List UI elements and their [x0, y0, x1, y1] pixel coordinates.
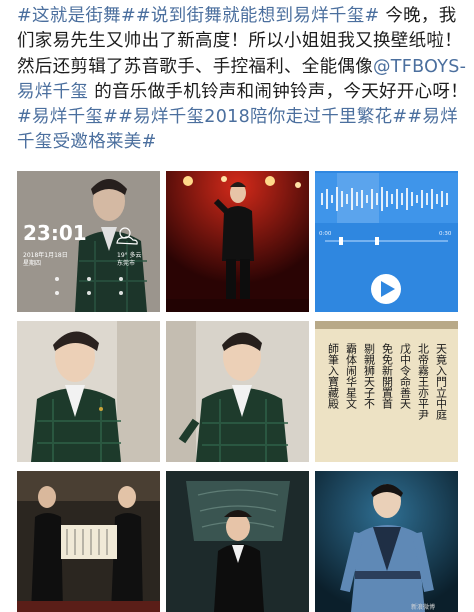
calligraphy-col-7: 師筆入寶藏殿 — [327, 343, 340, 410]
hashtag-link-street-dance[interactable]: #这就是街舞##说到街舞就能想到易烊千玺# — [17, 6, 379, 26]
calligraphy-col-3: 戊中令命善天 — [399, 343, 412, 410]
post-middle-text: 的音乐做手机铃声和闹钟铃声，今天好开心呀！ — [94, 81, 469, 102]
photo-award-ceremony[interactable] — [17, 471, 160, 612]
trim-end-handle[interactable] — [375, 237, 379, 245]
hashtag-links-trailing[interactable]: #易烊千玺##易烊千玺2018陪你走过千里繁花##易烊千玺受邀格莱美# — [17, 107, 458, 152]
calligraphy-col-6: 霸体闹华星文 — [345, 343, 358, 409]
photo-calligraphy[interactable]: 天竟入門立中庭 北帝霧王亦平尹 戊中令命善天 免免新開置首 剔親狮天子不 霸体闹… — [315, 321, 458, 462]
lockscreen-date: 2018年1月18日 — [23, 251, 68, 259]
audio-time-end: 0:30 — [439, 231, 452, 237]
calligraphy-col-4: 免免新開置首 — [381, 342, 394, 409]
lockscreen-image: 23:01 2018年1月18日 星期四 19° 多云 东莞市 — [17, 171, 160, 312]
audio-editor-image: 0:00 0:30 — [315, 171, 458, 312]
museum-image — [166, 471, 309, 612]
photo-museum[interactable] — [166, 471, 309, 612]
post-text: #这就是街舞##说到街舞就能想到易烊千玺# 今晚，我们家易先生又帅出了新高度！所… — [17, 4, 469, 156]
trim-start-handle[interactable] — [339, 237, 343, 245]
stage-image — [166, 171, 309, 312]
calligraphy-col-1: 天竟入門立中庭 — [435, 343, 448, 420]
audio-time-start: 0:00 — [319, 231, 332, 237]
portrait-image-2 — [166, 321, 309, 462]
calligraphy-image: 天竟入門立中庭 北帝霧王亦平尹 戊中令命善天 免免新開置首 剔親狮天子不 霸体闹… — [315, 321, 458, 462]
calligraphy-col-2: 北帝霧王亦平尹 — [417, 343, 430, 421]
portrait-image — [17, 321, 160, 462]
calligraphy-col-5: 剔親狮天子不 — [363, 343, 376, 410]
photo-portrait-plaid-2[interactable] — [166, 321, 309, 462]
weibo-watermark: 新浪微博 — [411, 603, 435, 611]
weibo-post: #这就是街舞##说到街舞就能想到易烊千玺# 今晚，我们家易先生又帅出了新高度！所… — [0, 0, 474, 612]
photo-portrait-plaid-1[interactable] — [17, 321, 160, 462]
photo-traditional-costume[interactable]: 新浪微博 — [315, 471, 458, 612]
lockscreen-time: 23:01 — [23, 221, 87, 245]
photo-stage-performance[interactable] — [166, 171, 309, 312]
photo-grid: 23:01 2018年1月18日 星期四 19° 多云 东莞市 0:00 0:3… — [17, 171, 459, 612]
lockscreen-weather: 19° 多云 — [117, 251, 142, 259]
award-image — [17, 471, 160, 612]
costume-image: 新浪微博 — [315, 471, 458, 612]
lockscreen-weekday: 星期四 — [23, 259, 41, 267]
photo-audio-editor[interactable]: 0:00 0:30 — [315, 171, 458, 312]
lockscreen-city: 东莞市 — [117, 259, 135, 267]
photo-lockscreen[interactable]: 23:01 2018年1月18日 星期四 19° 多云 东莞市 — [17, 171, 160, 312]
